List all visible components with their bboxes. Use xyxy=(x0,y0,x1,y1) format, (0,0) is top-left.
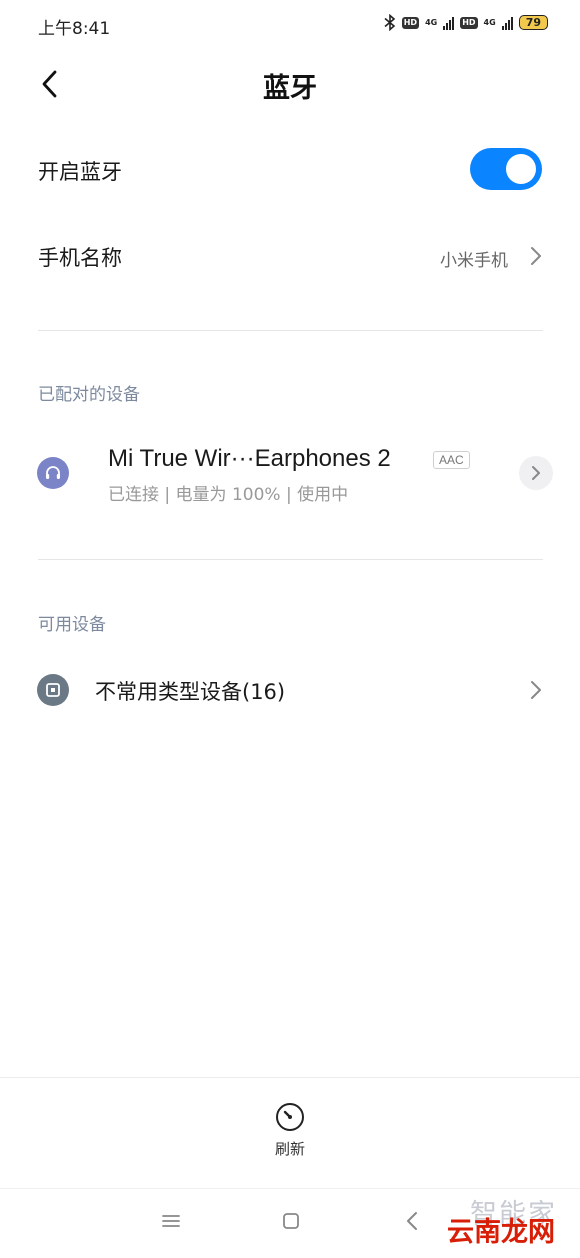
status-time: 上午8:41 xyxy=(38,19,111,39)
bluetooth-toggle[interactable] xyxy=(470,148,542,190)
network-type: 4G xyxy=(425,17,438,27)
uncommon-devices-label: 不常用类型设备(16) xyxy=(95,680,286,704)
refresh-icon xyxy=(276,1103,304,1131)
headset-glyph xyxy=(46,466,60,479)
headphones-icon xyxy=(37,457,69,489)
device-glyph xyxy=(46,683,60,697)
network-type: 4G xyxy=(483,17,496,27)
refresh-label: 刷新 xyxy=(274,1140,305,1158)
page-title: 蓝牙 xyxy=(263,73,317,104)
home-icon[interactable] xyxy=(282,1212,300,1230)
device-name-value: 小米手机 xyxy=(440,251,508,271)
divider xyxy=(38,559,543,560)
hd-badge: HD xyxy=(401,16,420,29)
paired-device-name: Mi True Wir···Earphones 2 xyxy=(108,445,391,472)
paired-devices-header: 已配对的设备 xyxy=(38,385,140,405)
paired-device-item[interactable]: Mi True Wir···Earphones 2 AAC 已连接 | 电量为 … xyxy=(0,430,580,520)
available-devices-header: 可用设备 xyxy=(38,615,106,635)
uncommon-devices-item[interactable]: 不常用类型设备(16) xyxy=(0,660,580,720)
hd-badge: HD xyxy=(460,16,478,29)
codec-badge: AAC xyxy=(433,451,470,469)
nav-back-icon[interactable] xyxy=(405,1210,419,1232)
toggle-knob xyxy=(506,154,536,184)
watermark-logo: 云南龙网 xyxy=(447,1217,555,1248)
signal-icon xyxy=(443,16,455,30)
status-icons: HD 4G HD 4G 79 xyxy=(384,14,548,31)
chevron-right-icon xyxy=(532,466,540,480)
bluetooth-icon xyxy=(384,14,395,31)
menu-icon[interactable] xyxy=(161,1213,181,1229)
device-detail-button[interactable] xyxy=(519,456,553,490)
device-name-row[interactable]: 手机名称 小米手机 xyxy=(0,226,580,286)
bluetooth-toggle-label: 开启蓝牙 xyxy=(38,160,122,184)
signal-icon xyxy=(501,16,513,30)
device-name-label: 手机名称 xyxy=(38,246,122,270)
chevron-right-icon xyxy=(531,681,541,699)
battery-indicator: 79 xyxy=(518,15,548,30)
divider xyxy=(38,330,543,331)
device-icon xyxy=(37,674,69,706)
chevron-right-icon xyxy=(531,247,541,265)
paired-device-status: 已连接 | 电量为 100% | 使用中 xyxy=(108,485,349,505)
